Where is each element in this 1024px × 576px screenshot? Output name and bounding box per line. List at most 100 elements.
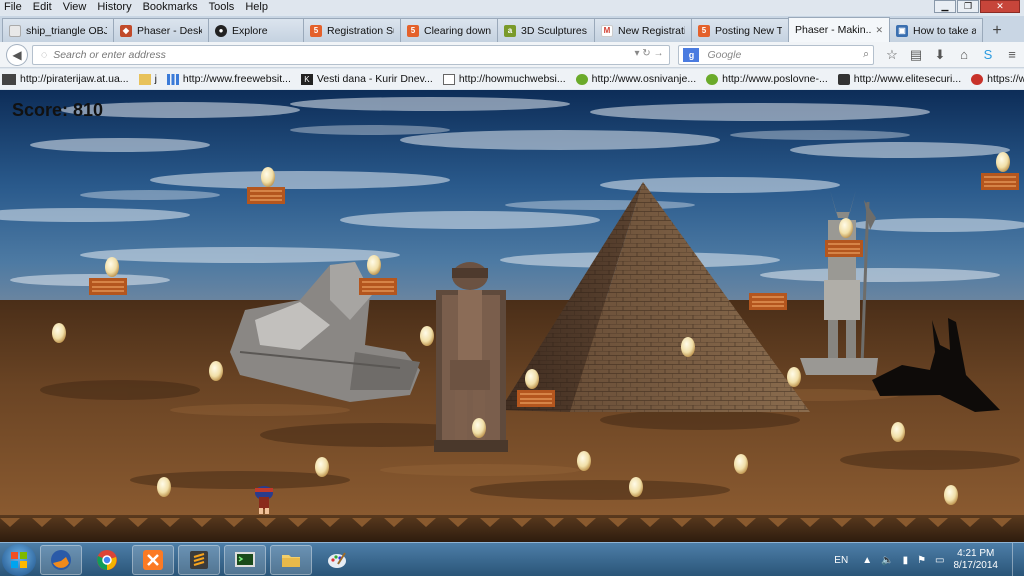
download-icon[interactable]: ⬇ [928, 47, 952, 63]
bookmark-label: https://www.off-shore... [987, 73, 1024, 85]
taskbar-explorer[interactable] [270, 544, 312, 575]
menu-file[interactable]: File [4, 1, 22, 13]
skype-icon[interactable]: S [976, 47, 1000, 63]
search-bar[interactable]: g Google ⌕ [678, 44, 874, 65]
minimize-button[interactable]: ▁ [934, 0, 956, 13]
sublime-icon [190, 550, 208, 569]
tab-0[interactable]: ship_triangle OBJ/lo... [2, 18, 114, 42]
bookmark-item[interactable]: K Vesti dana - Kurir Dnev... [300, 73, 433, 85]
k-icon: K [300, 73, 313, 85]
menu-help[interactable]: Help [245, 1, 268, 13]
bookmark-item[interactable]: http://howmuchwebsi... [442, 73, 566, 85]
menu-bookmarks[interactable]: Bookmarks [143, 1, 198, 13]
reload-icon[interactable]: ↻ [642, 48, 650, 59]
tab-2[interactable]: ● Explore [208, 18, 304, 42]
close-button[interactable]: ✕ [980, 0, 1020, 13]
language-indicator[interactable]: EN [834, 555, 848, 566]
tab-9[interactable]: ▣ How to take a s... [889, 18, 983, 42]
html5-icon: 5 [698, 24, 710, 37]
tab-8-active[interactable]: Phaser - Makin... ✕ [788, 17, 890, 42]
bookmark-label: http://www.freewebsit... [182, 73, 291, 85]
tab-label: Phaser - Deskt... [137, 24, 202, 37]
windows-logo-icon [11, 551, 27, 568]
new-tab-button[interactable]: + [986, 20, 1008, 42]
menu-edit[interactable]: Edit [33, 1, 52, 13]
menu-hamburger-icon[interactable]: ≡ [1000, 47, 1024, 63]
bookmark-item[interactable]: http://www.freewebsit... [166, 73, 291, 85]
maximize-button[interactable]: ❐ [957, 0, 979, 13]
bookmark-star-icon[interactable]: ☆ [880, 47, 904, 63]
taskbar-terminal[interactable] [224, 544, 266, 575]
bookmark-item[interactable]: http://www.elitesecuri... [837, 73, 961, 85]
tab-label: 3D Sculptures ... [521, 24, 588, 37]
flag-icon[interactable]: ⚑ [917, 555, 926, 566]
bookmark-item[interactable]: http://piraterijaw.at.ua... [2, 73, 129, 85]
platform [749, 293, 787, 310]
tab-label: ship_triangle OBJ/lo... [26, 24, 107, 37]
bookmarks-bar: http://piraterijaw.at.ua... j http://www… [0, 69, 1024, 89]
platform [89, 278, 127, 295]
bookmarks-list-icon[interactable]: ▤ [904, 47, 928, 63]
taskbar-chrome[interactable] [86, 545, 128, 575]
html5-icon: 5 [310, 24, 322, 37]
globe-icon: ◌ [40, 48, 48, 61]
bookmark-item[interactable]: http://www.osnivanje... [575, 73, 696, 85]
egg [367, 255, 381, 275]
egg [261, 167, 275, 187]
platform [517, 390, 555, 407]
platform [359, 278, 397, 295]
url-actions: ▾ ↻ → [634, 48, 663, 59]
start-button[interactable] [2, 543, 36, 576]
tab-label: Posting New T... [715, 24, 782, 37]
forward-icon[interactable]: → [653, 48, 663, 59]
terminal-icon [235, 551, 255, 567]
g-icon[interactable]: g [683, 47, 700, 62]
taskbar-xampp[interactable] [132, 544, 174, 575]
tab-close-icon[interactable]: ✕ [875, 25, 883, 36]
tab-7[interactable]: 5 Posting New T... [691, 18, 789, 42]
egg [681, 337, 695, 357]
volume-icon[interactable]: 🔈 [881, 555, 893, 566]
tab-5[interactable]: a 3D Sculptures ... [497, 18, 595, 42]
back-button[interactable]: ◀ [6, 43, 28, 66]
url-bar[interactable]: ◌ Search or enter address ▾ ↻ → [31, 44, 671, 65]
tab-3[interactable]: 5 Registration Su... [303, 18, 401, 42]
menu-history[interactable]: History [97, 1, 131, 13]
clock[interactable]: 4:21 PM 8/17/2014 [954, 548, 999, 572]
folder-icon [282, 554, 300, 567]
tray-expand-icon[interactable]: ▲ [862, 555, 872, 566]
bookmark-label: http://www.poslovne-... [722, 73, 828, 85]
tab-1[interactable]: ◆ Phaser - Deskt... [113, 18, 209, 42]
bookmark-item[interactable]: http://www.poslovne-... [706, 73, 828, 85]
taskbar: EN ▲ 🔈 ▮ ⚑ ▭ 4:21 PM 8/17/2014 [0, 542, 1024, 576]
tab-4[interactable]: 5 Clearing down ... [400, 18, 498, 42]
nav-bar: ◀ ◌ Search or enter address ▾ ↻ → g Goog… [0, 42, 1024, 68]
network-icon[interactable]: ▮ [903, 555, 909, 566]
menu-tools[interactable]: Tools [209, 1, 235, 13]
tab-label: New Registrati... [618, 24, 685, 37]
dropdown-icon[interactable]: ▾ [634, 48, 639, 59]
bookmark-label: http://piraterijaw.at.ua... [20, 73, 129, 85]
taskbar-firefox[interactable] [40, 544, 82, 575]
search-icon[interactable]: ⌕ [863, 48, 869, 61]
egg [839, 218, 853, 238]
egg [891, 422, 905, 442]
taskbar-paint[interactable] [316, 545, 358, 575]
egg [420, 326, 434, 346]
menu-view[interactable]: View [63, 1, 87, 13]
egg [996, 152, 1010, 172]
battery-icon[interactable]: ▭ [935, 555, 944, 566]
back-arrow-icon: ◀ [12, 47, 22, 62]
taskbar-sublime[interactable] [178, 544, 220, 575]
game-canvas[interactable]: Score: 810 [0, 90, 1024, 542]
bookmark-item[interactable]: j [138, 73, 157, 85]
home-icon[interactable]: ⌂ [952, 47, 976, 63]
page-icon [9, 24, 21, 37]
bookmark-item[interactable]: https://www.off-shore... [971, 73, 1024, 85]
tab-label: How to take a s... [913, 24, 976, 37]
folder-icon [138, 73, 151, 85]
egg [315, 457, 329, 477]
system-tray: EN ▲ 🔈 ▮ ⚑ ▭ 4:21 PM 8/17/2014 [834, 543, 1024, 576]
show-desktop-button[interactable] [1012, 543, 1024, 576]
tab-6[interactable]: M New Registrati... [594, 18, 692, 42]
